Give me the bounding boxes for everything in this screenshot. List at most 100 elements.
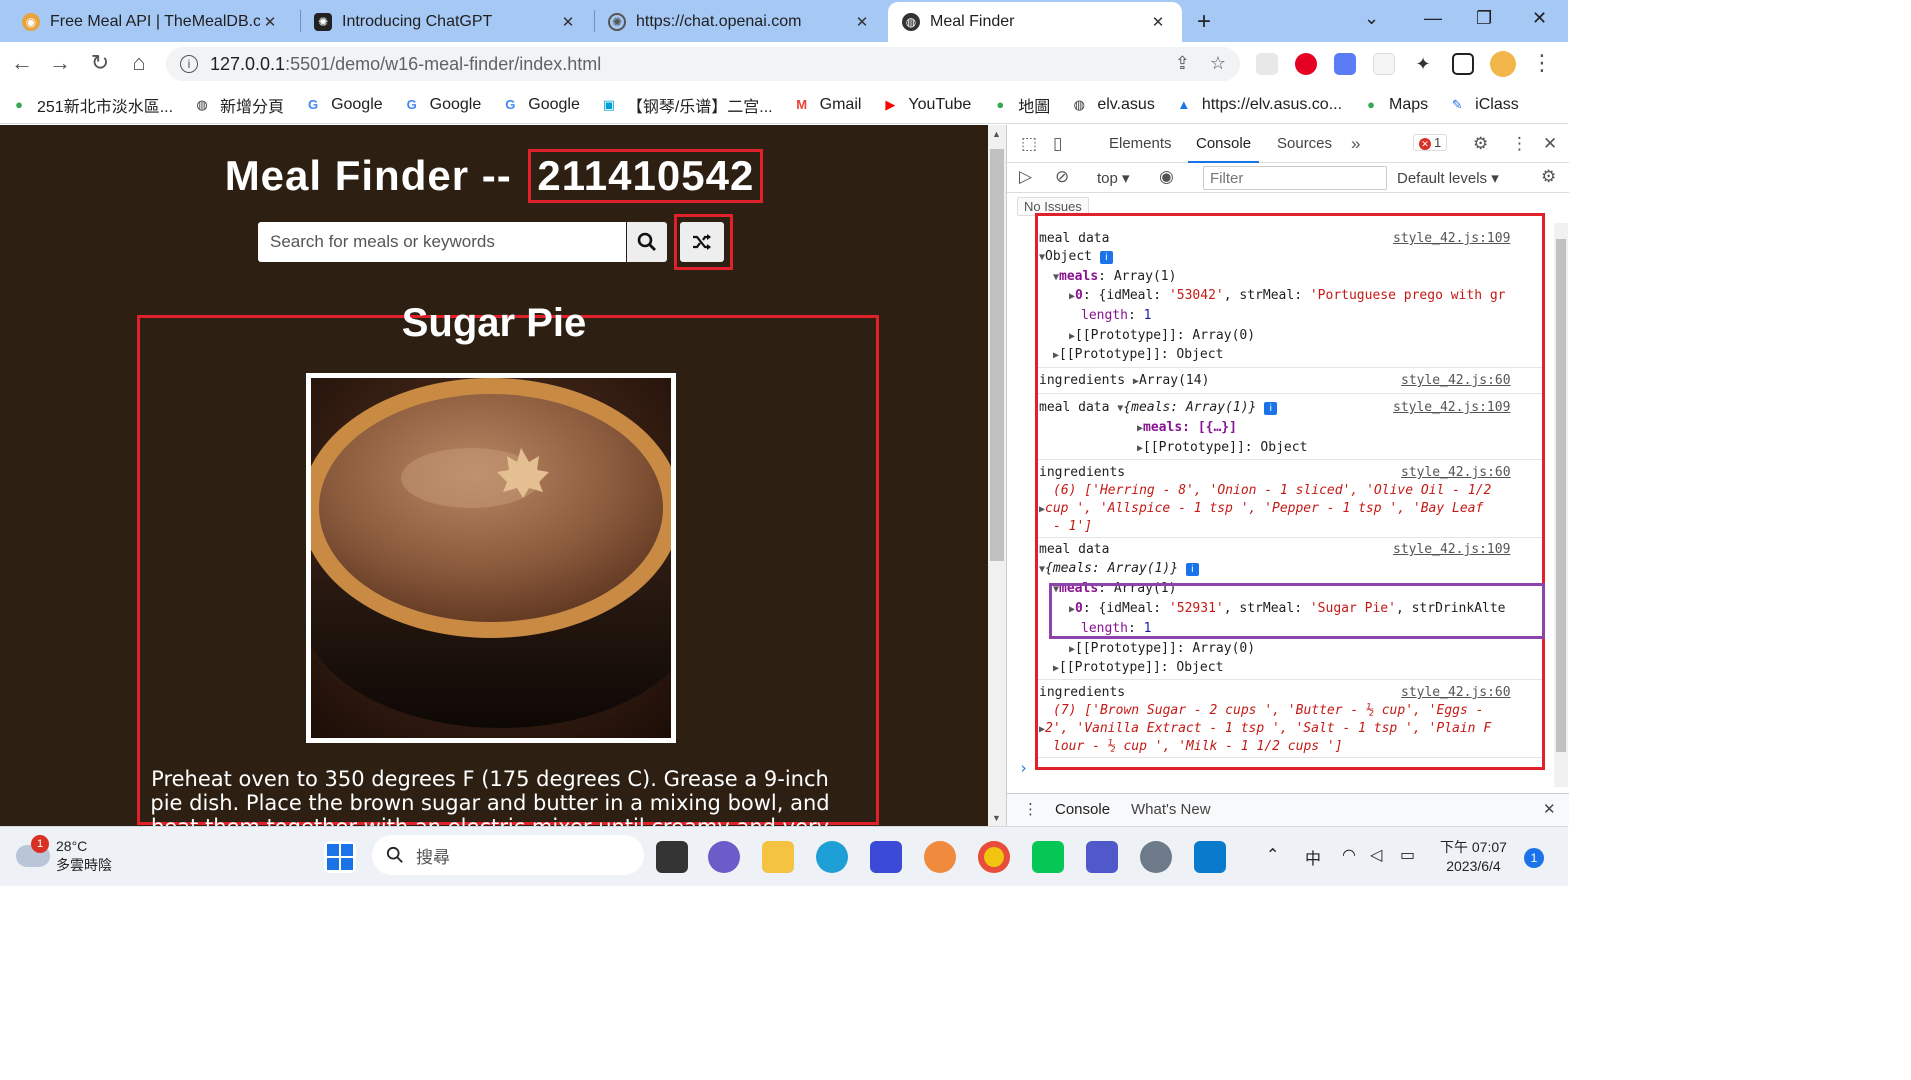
bookmark-item[interactable]: ● 地圖	[991, 93, 1050, 117]
more-tabs-icon[interactable]: »	[1351, 134, 1360, 154]
close-icon[interactable]: ✕	[1543, 134, 1557, 154]
drawer-tab-console[interactable]: Console	[1055, 801, 1110, 818]
bookmark-item[interactable]: ● Maps	[1362, 96, 1428, 114]
bookmark-label: Google	[331, 95, 383, 113]
puzzle-icon[interactable]: ✦	[1412, 53, 1434, 75]
chrome-icon[interactable]	[978, 841, 1010, 873]
clear-console-icon[interactable]: ⊘	[1055, 167, 1069, 187]
star-icon[interactable]: ☆	[1210, 53, 1226, 74]
map-pin-icon: ●	[1367, 97, 1375, 112]
eye-icon[interactable]: ◉	[1159, 167, 1174, 187]
browser-toolbar: ← → ↻ ⌂ i 127.0.0.1:5501/demo/w16-meal-f…	[0, 42, 1568, 86]
tab-chat-openai[interactable]: ✺ https://chat.openai.com ✕	[594, 2, 886, 42]
wifi-icon[interactable]: ◠	[1342, 845, 1356, 865]
bookmark-item[interactable]: ◍ 新增分頁	[193, 93, 284, 117]
drawer-tab-whats-new[interactable]: What's New	[1131, 801, 1211, 818]
new-tab-button[interactable]: +	[1197, 8, 1211, 36]
page-scrollbar[interactable]: ▲ ▼	[988, 125, 1006, 826]
vscode-icon[interactable]	[1194, 841, 1226, 873]
device-toggle-icon[interactable]: ▯	[1053, 134, 1062, 154]
error-count-badge[interactable]: ✕ 1	[1413, 134, 1448, 151]
search-input[interactable]	[258, 222, 626, 262]
reload-button[interactable]: ↻	[86, 50, 114, 76]
bookmark-item[interactable]: ▶ YouTube	[881, 96, 971, 114]
task-view-icon[interactable]	[656, 841, 688, 873]
bookmark-label: Google	[528, 95, 580, 113]
tab-themealdb[interactable]: ◉ Free Meal API | TheMealDB.com ✕	[8, 2, 294, 42]
bookmark-item[interactable]: G Google	[501, 96, 580, 114]
tab-sources[interactable]: Sources	[1277, 135, 1332, 152]
bookmark-item[interactable]: ● 251新北市淡水區...	[10, 93, 173, 117]
bookmark-item[interactable]: ✎ iClass	[1448, 96, 1519, 114]
clock[interactable]: 下午 07:07 2023/6/4	[1440, 838, 1507, 876]
scrollbar-thumb[interactable]	[990, 149, 1004, 561]
site-info-icon[interactable]: i	[180, 55, 198, 73]
bookmark-item[interactable]: ◍ elv.asus	[1070, 96, 1155, 114]
edge-icon[interactable]	[816, 841, 848, 873]
random-button[interactable]	[680, 222, 724, 262]
tab-chatgpt[interactable]: ✺ Introducing ChatGPT ✕	[300, 2, 592, 42]
minimize-button[interactable]: —	[1424, 8, 1442, 29]
tab-meal-finder[interactable]: ◍ Meal Finder ✕	[888, 2, 1182, 42]
line-icon[interactable]	[1032, 841, 1064, 873]
battery-icon[interactable]: ▭	[1400, 845, 1415, 865]
restore-button[interactable]: ❐	[1476, 8, 1492, 29]
search-icon	[386, 846, 403, 863]
extension-apps-icon[interactable]	[1334, 53, 1356, 75]
more-options-icon[interactable]: ⋮	[1511, 134, 1528, 154]
close-icon[interactable]: ✕	[1543, 800, 1556, 818]
paint-icon[interactable]	[924, 841, 956, 873]
tab-console[interactable]: Console	[1187, 135, 1260, 163]
forward-button[interactable]: →	[46, 50, 74, 76]
extension-icon[interactable]	[1256, 53, 1278, 75]
avatar[interactable]	[1490, 51, 1516, 77]
context-select[interactable]: top ▾	[1097, 169, 1130, 187]
bookmark-item[interactable]: ▲ https://elv.asus.co...	[1175, 96, 1342, 114]
share-icon[interactable]: ⇪	[1175, 53, 1190, 74]
tray-chevron-icon[interactable]: ⌃	[1266, 845, 1279, 865]
console-settings-icon[interactable]: ⚙	[1541, 167, 1556, 187]
smart-pki-icon[interactable]	[1373, 53, 1395, 75]
close-icon[interactable]: ✕	[852, 13, 872, 31]
close-icon[interactable]: ✕	[558, 13, 578, 31]
tab-title: Meal Finder	[930, 13, 1015, 30]
more-options-icon[interactable]: ⋮	[1023, 800, 1038, 818]
taskbar-search[interactable]: 搜尋	[372, 835, 644, 875]
search-button[interactable]	[627, 222, 667, 262]
settings-icon[interactable]	[1140, 841, 1172, 873]
sidebar-toggle-icon[interactable]: ▷	[1019, 167, 1032, 187]
volume-icon[interactable]: ◁	[1370, 845, 1382, 865]
address-bar[interactable]: i 127.0.0.1:5501/demo/w16-meal-finder/in…	[166, 47, 1240, 81]
notification-badge[interactable]: 1	[1524, 848, 1544, 868]
filter-input[interactable]	[1203, 166, 1387, 190]
bookmark-item[interactable]: ▣ 【钢琴/乐谱】二宫...	[600, 93, 773, 117]
menu-icon[interactable]: ⋮	[1528, 50, 1556, 76]
back-button[interactable]: ←	[8, 50, 36, 76]
gear-icon[interactable]: ⚙	[1473, 134, 1488, 154]
teams-icon[interactable]	[1086, 841, 1118, 873]
log-levels-select[interactable]: Default levels ▾	[1397, 169, 1499, 187]
app-icon[interactable]	[870, 841, 902, 873]
inspect-icon[interactable]: ⬚	[1021, 134, 1037, 154]
ime-indicator[interactable]: 中	[1305, 845, 1321, 869]
weather-widget[interactable]: 28°C 多雲時陰	[56, 837, 112, 875]
chevron-down-icon[interactable]: ⌄	[1364, 8, 1379, 29]
console-prompt[interactable]: ›	[1019, 759, 1028, 777]
pinterest-icon[interactable]	[1295, 53, 1317, 75]
bookmark-item[interactable]: G Google	[304, 96, 383, 114]
side-panel-icon[interactable]	[1452, 53, 1474, 75]
windows-start-icon[interactable]	[324, 841, 356, 873]
teams-chat-icon[interactable]	[708, 841, 740, 873]
scrollbar-thumb[interactable]	[1556, 239, 1566, 752]
close-icon[interactable]: ✕	[1148, 13, 1168, 31]
console-scrollbar[interactable]	[1554, 223, 1568, 787]
file-explorer-icon[interactable]	[762, 841, 794, 873]
bookmark-item[interactable]: G Google	[403, 96, 482, 114]
home-button[interactable]: ⌂	[125, 50, 153, 76]
close-window-button[interactable]: ✕	[1532, 8, 1547, 29]
close-icon[interactable]: ✕	[260, 13, 280, 31]
tab-elements[interactable]: Elements	[1109, 135, 1172, 152]
map-pin-icon: ●	[15, 97, 23, 112]
page-title: Meal Finder -- 211410542	[0, 149, 988, 203]
bookmark-item[interactable]: M Gmail	[793, 96, 861, 114]
